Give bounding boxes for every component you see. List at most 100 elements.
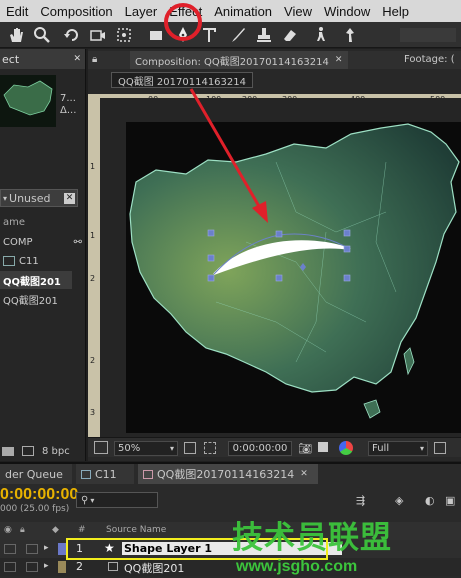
label-color-swatch[interactable] [58,543,66,555]
brush-tool-icon[interactable] [228,25,248,45]
project-item-c11[interactable]: C11 [0,252,86,270]
camera-snapshot-icon[interactable]: 📷︎ [298,442,312,455]
eraser-tool-icon[interactable] [280,25,300,45]
show-snapshot-icon[interactable] [318,442,328,452]
camera-tool-icon[interactable] [88,25,108,45]
clone-stamp-tool-icon[interactable] [254,25,274,45]
folder-icon[interactable] [2,446,14,456]
menu-composition[interactable]: Composition [34,4,118,19]
composition-tab[interactable]: Composition: QQ截图20170114163214 ✕ [130,51,348,69]
always-preview-icon[interactable] [94,441,108,454]
bezier-handle [343,274,351,282]
bezier-handle [207,254,215,262]
hand-tool-icon[interactable] [6,25,26,45]
menu-animation[interactable]: Animation [208,4,278,19]
source-name-header: Source Name [106,525,167,535]
composition-icon [81,469,91,479]
footage-tab-label[interactable]: Footage: ( [404,54,455,65]
composition-tab-bar: 🔒︎ Composition: QQ截图20170114163214 ✕ Foo… [88,51,461,69]
composition-footer: 50% ▾ 0:00:00:00 📷︎ Full ▾ [88,437,461,457]
search-icon: ⚲ [81,494,89,506]
bezier-handle [343,229,351,237]
column-header-name: ame [3,216,26,228]
render-queue-tab[interactable]: der Queue [0,464,72,484]
resolution-dropdown[interactable]: Full ▾ [368,441,428,456]
menu-view[interactable]: View [278,4,318,19]
annotation-arrow [189,88,268,223]
solo-toggle-icon[interactable] [26,544,38,554]
graph-editor-icon[interactable]: ▣ [445,494,455,507]
timeline-search-input[interactable]: ⚲ ▾ [76,492,158,508]
project-item-label: QQ截图201 [3,295,58,307]
project-item-footage[interactable]: QQ截图201 [0,290,86,308]
zoom-dropdown[interactable]: 50% ▾ [114,441,178,456]
chevron-down-icon: ▾ [169,444,174,453]
bpc-label[interactable]: 8 bpc [42,446,70,457]
workspace-area[interactable] [400,28,456,42]
project-item-label: COMP [3,236,33,248]
project-tab-label: ect [2,52,20,66]
timeline-timecode[interactable]: 0:00:00:00 [0,486,78,504]
chevron-down-icon: ▾ [419,444,424,453]
video-toggle-icon[interactable] [4,562,16,572]
layer-row[interactable]: ▸ 2 QQ截图201 [0,558,461,576]
pan-behind-tool-icon[interactable] [114,25,134,45]
clear-search-icon[interactable]: ✕ [64,192,75,204]
project-item-selected[interactable]: QQ截图201 [0,271,72,289]
motion-blur-icon[interactable]: ◐ [425,494,435,507]
project-panel: ect ✕ 7... Δ... ▾ Unused ✕ ame COMP ⚯ C1… [0,49,86,461]
bezier-handle [207,274,215,282]
timeline-panel: der Queue C11 QQ截图20170114163214 ✕ 0:00:… [0,462,461,578]
timeline-tab-c11[interactable]: C11 [76,464,134,484]
zoom-tool-icon[interactable] [32,25,52,45]
type-tool-icon[interactable] [199,25,219,45]
puppet-tool-icon[interactable] [340,25,360,45]
vertical-ruler: 1 1 2 2 3 [88,108,100,437]
chevron-down-icon: ▾ [90,495,95,505]
project-tab[interactable]: ect ✕ [0,49,85,69]
bezier-handle [343,245,351,253]
roto-brush-tool-icon[interactable] [310,25,330,45]
menu-edit[interactable]: Edit [0,4,34,19]
transparency-grid-icon[interactable] [434,442,446,454]
project-search-value: Unused [9,191,51,205]
menu-bar: Edit Composition Layer Effect Animation … [0,0,461,22]
timecode-value: 0:00:00:00 [232,443,288,454]
layer-name[interactable]: QQ截图201 [124,560,184,576]
footage-icon [108,562,118,571]
safe-margins-icon[interactable] [184,442,196,454]
bezier-handle [275,230,283,238]
thumbnail-info-1: 7... [60,93,76,104]
zoom-value: 50% [118,443,141,454]
region-of-interest-icon[interactable] [204,442,216,454]
watermark-text: 技术员联盟 [232,520,392,556]
channel-icon[interactable] [339,441,353,455]
label-color-swatch[interactable] [58,561,66,573]
close-icon[interactable]: ✕ [300,469,308,479]
solo-toggle-icon[interactable] [26,562,38,572]
new-comp-icon[interactable] [22,446,34,456]
expand-triangle-icon[interactable]: ▸ [44,543,49,553]
rotate-tool-icon[interactable] [62,25,82,45]
menu-layer[interactable]: Layer [119,4,164,19]
video-toggle-icon[interactable] [4,544,16,554]
expand-triangle-icon[interactable]: ▸ [44,561,49,571]
rectangle-tool-icon[interactable] [146,25,166,45]
project-item-label: C11 [19,255,39,267]
close-icon[interactable]: ✕ [73,54,81,64]
close-icon[interactable]: ✕ [335,55,343,65]
project-item-label: QQ截图201 [3,276,61,288]
hainan-shape [363,399,381,419]
current-time-display[interactable]: 0:00:00:00 [228,441,292,456]
timeline-tab-active[interactable]: QQ截图20170114163214 ✕ [138,464,318,484]
project-search-field[interactable]: ▾ Unused ✕ [0,189,78,207]
composition-mini-flowchart-icon[interactable]: ⇶ [356,494,365,507]
lock-icon[interactable]: 🔒︎ [92,54,97,65]
draft-3d-icon[interactable]: ◈ [395,494,403,507]
bezier-handle [207,229,215,237]
menu-help[interactable]: Help [376,4,415,19]
composition-canvas[interactable] [126,122,461,433]
breadcrumb[interactable]: QQ截图 20170114163214 [111,72,253,88]
project-item-comp-folder[interactable]: COMP ⚯ [0,233,86,251]
menu-window[interactable]: Window [318,4,376,19]
